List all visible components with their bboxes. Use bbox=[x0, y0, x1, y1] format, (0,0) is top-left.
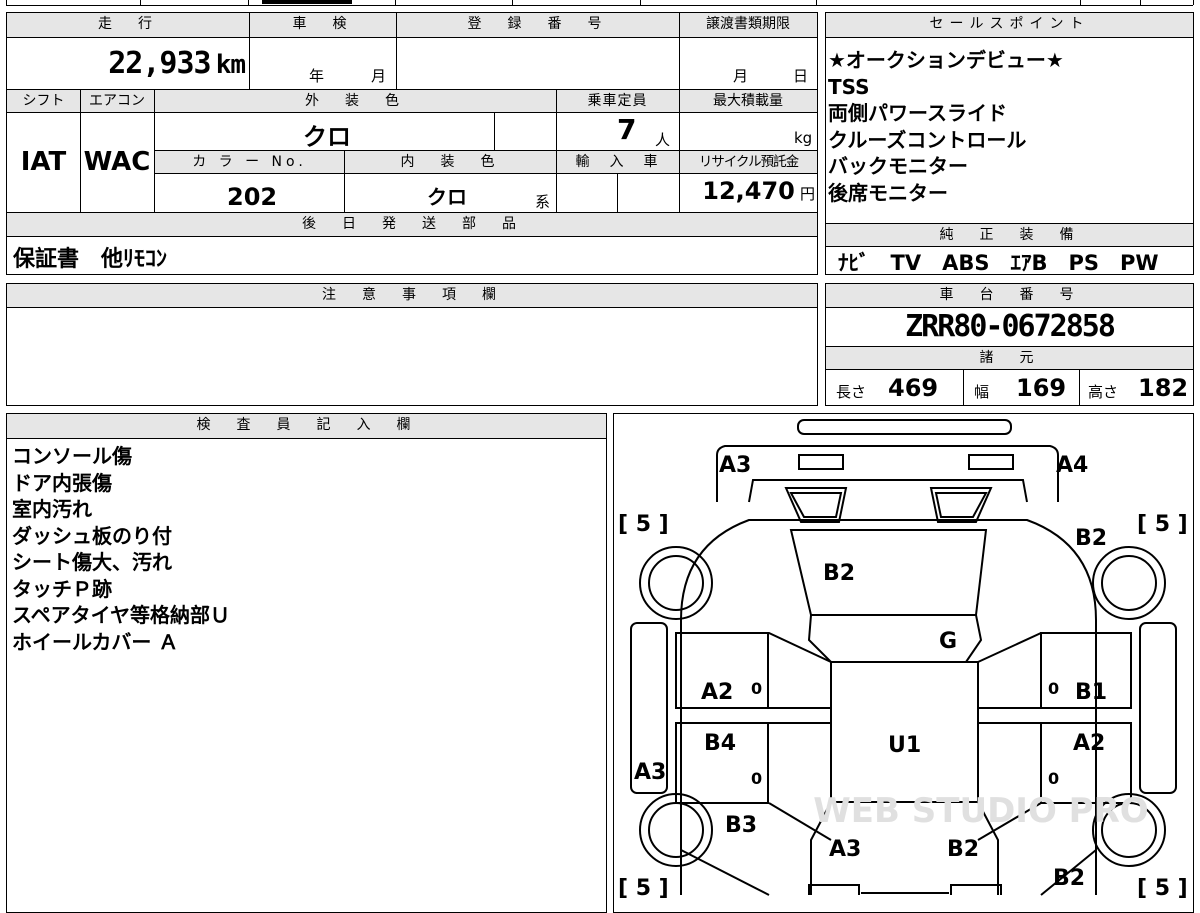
door-mark-lf: 0 bbox=[751, 679, 762, 698]
door-mark-rf: 0 bbox=[1048, 679, 1059, 698]
shift-value: IAT bbox=[20, 147, 67, 177]
sales-points-list: ★オークションデビュー★ TSS 両側パワースライド クルーズコントロール バッ… bbox=[828, 47, 1064, 206]
sales-points-box: セールスポイント ★オークションデビュー★ TSS 両側パワースライド クルーズ… bbox=[825, 12, 1194, 275]
height-value: 182 bbox=[1138, 374, 1189, 402]
top-clipped-strip bbox=[0, 0, 1200, 6]
max-load-unit: kg bbox=[794, 129, 813, 147]
mark-left-rear-quarter: B3 bbox=[725, 813, 757, 838]
chassis-number: ZRR80-0672858 bbox=[905, 309, 1116, 344]
inspection-year: 年 bbox=[309, 67, 325, 85]
notes-box: 注 意 事 項 欄 bbox=[6, 283, 818, 406]
inspector-header: 検 査 員 記 入 欄 bbox=[7, 414, 606, 438]
inspection-month: 月 bbox=[371, 67, 387, 85]
later-shipped-value: 保証書 他ﾘﾓｺﾝ bbox=[13, 247, 168, 272]
vehicle-info-table: 走 行 車 検 登 録 番 号 譲渡書類期限 22,933 km 年 月 月 日… bbox=[6, 12, 818, 275]
aircon-value: WAC bbox=[83, 147, 151, 177]
tire-front-right-mark: [ 5 ] bbox=[1137, 512, 1188, 537]
mark-rear-gate-right: B2 bbox=[947, 837, 979, 862]
tire-front-left-mark: [ 5 ] bbox=[618, 512, 669, 537]
specs-header: 諸 元 bbox=[826, 347, 1193, 369]
width-label: 幅 bbox=[974, 383, 990, 401]
inspector-item: ホイールカバー Ａ bbox=[12, 629, 179, 654]
mark-front-left-corner: A3 bbox=[719, 453, 751, 478]
watermark-text: WEB STUDIO PRO bbox=[813, 791, 1148, 831]
door-mark-rr: 0 bbox=[1048, 769, 1059, 788]
later-shipped-label: 後 日 発 送 部 品 bbox=[7, 213, 817, 236]
recycle-fee-value-wrap: 12,470 円 bbox=[679, 177, 817, 205]
mark-right-rear-door: A2 bbox=[1073, 731, 1105, 756]
mileage-value: 22,933 km bbox=[7, 39, 249, 89]
aircon-label: エアコン bbox=[80, 90, 154, 112]
max-load-label: 最大積載量 bbox=[679, 90, 817, 112]
height-label: 高さ bbox=[1088, 383, 1119, 401]
capacity-unit: 人 bbox=[655, 131, 671, 149]
recycle-fee-value: 12,470 bbox=[702, 177, 795, 205]
inspector-item: ドア内張傷 bbox=[12, 470, 112, 495]
mark-front-right-corner: A4 bbox=[1056, 453, 1088, 478]
capacity-value: 7 bbox=[617, 113, 637, 146]
registration-label: 登 録 番 号 bbox=[396, 13, 679, 37]
inspector-item: ダッシュ板のり付 bbox=[12, 523, 172, 548]
interior-color-suffix: 系 bbox=[535, 193, 551, 211]
interior-color-value: クロ bbox=[427, 185, 467, 209]
inspector-item: シート傷大、汚れ bbox=[12, 550, 172, 574]
capacity-label: 乗車定員 bbox=[556, 90, 679, 112]
deadline-label: 譲渡書類期限 bbox=[679, 13, 817, 37]
exterior-color-value: クロ bbox=[303, 123, 351, 151]
sales-point-item: 後席モニター bbox=[828, 180, 948, 205]
sales-point-item: バックモニター bbox=[828, 154, 968, 178]
inspector-item: タッチＰ跡 bbox=[12, 576, 112, 601]
genuine-equipment-value: ﾅﾋﾞ TV ABS ｴｱB PS PW bbox=[838, 251, 1159, 275]
mark-right-fender: B2 bbox=[1075, 526, 1107, 551]
deadline-day: 日 bbox=[793, 67, 809, 85]
imported-label: 輸 入 車 bbox=[557, 151, 679, 173]
mark-left-rear-door: B4 bbox=[704, 731, 736, 756]
sales-point-item: 両側パワースライド bbox=[828, 101, 1007, 125]
car-diagram: WEB STUDIO PRO [ 5 ] [ 5 ] [ 5 ] [ 5 ] A… bbox=[618, 419, 1188, 901]
color-no-value: 202 bbox=[227, 183, 278, 211]
inspector-item: スペアタイヤ等格納部Ｕ bbox=[12, 603, 230, 627]
mark-roof: U1 bbox=[888, 733, 921, 758]
tire-rear-left-mark: [ 5 ] bbox=[618, 876, 669, 901]
genuine-equipment-header: 純 正 装 備 bbox=[826, 224, 1193, 246]
mark-left-side: A3 bbox=[634, 760, 666, 785]
mark-windshield: G bbox=[939, 629, 957, 654]
tire-rear-right-mark: [ 5 ] bbox=[1137, 876, 1188, 901]
recycle-fee-label: リサイクル預託金 bbox=[680, 151, 817, 173]
width-value: 169 bbox=[1016, 374, 1067, 402]
recycle-fee-unit: 円 bbox=[799, 185, 815, 203]
length-value: 469 bbox=[888, 374, 939, 402]
sales-point-item: クルーズコントロール bbox=[828, 127, 1027, 152]
inspector-item: 室内汚れ bbox=[12, 497, 92, 521]
chassis-box: 車 台 番 号 ZRR80-0672858 諸 元 長さ 469 幅 169 高… bbox=[825, 283, 1194, 406]
sales-point-item: TSS bbox=[828, 74, 870, 99]
shift-label: シフト bbox=[7, 90, 80, 112]
chassis-header: 車 台 番 号 bbox=[826, 284, 1193, 307]
mark-hood: B2 bbox=[823, 561, 855, 586]
deadline-month: 月 bbox=[733, 67, 749, 85]
inspection-label: 車 検 bbox=[249, 13, 396, 37]
length-label: 長さ bbox=[836, 383, 867, 401]
mileage-unit: km bbox=[215, 50, 246, 80]
exterior-color-label: 外 装 色 bbox=[154, 90, 556, 112]
mark-right-front-door: B1 bbox=[1075, 680, 1107, 705]
mileage-number: 22,933 bbox=[108, 46, 211, 81]
mark-rear-gate-left: A3 bbox=[829, 837, 861, 862]
car-diagram-box: WEB STUDIO PRO [ 5 ] [ 5 ] [ 5 ] [ 5 ] A… bbox=[613, 413, 1194, 913]
mark-left-front-door: A2 bbox=[701, 680, 733, 705]
sales-points-header: セールスポイント bbox=[826, 13, 1193, 37]
notes-header: 注 意 事 項 欄 bbox=[7, 284, 817, 307]
inspector-list: コンソール傷 ドア内張傷 室内汚れ ダッシュ板のり付 シート傷大、汚れ タッチＰ… bbox=[12, 443, 230, 655]
inspector-box: 検 査 員 記 入 欄 コンソール傷 ドア内張傷 室内汚れ ダッシュ板のり付 シ… bbox=[6, 413, 607, 913]
mileage-label: 走 行 bbox=[7, 13, 249, 37]
inspector-item: コンソール傷 bbox=[12, 444, 132, 468]
door-mark-lr: 0 bbox=[751, 769, 762, 788]
color-no-label: カ ラ ー No. bbox=[155, 151, 344, 173]
interior-color-label: 内 装 色 bbox=[345, 151, 556, 173]
sales-point-item: ★オークションデビュー★ bbox=[828, 48, 1064, 72]
mark-right-rear-quarter: B2 bbox=[1053, 866, 1085, 891]
